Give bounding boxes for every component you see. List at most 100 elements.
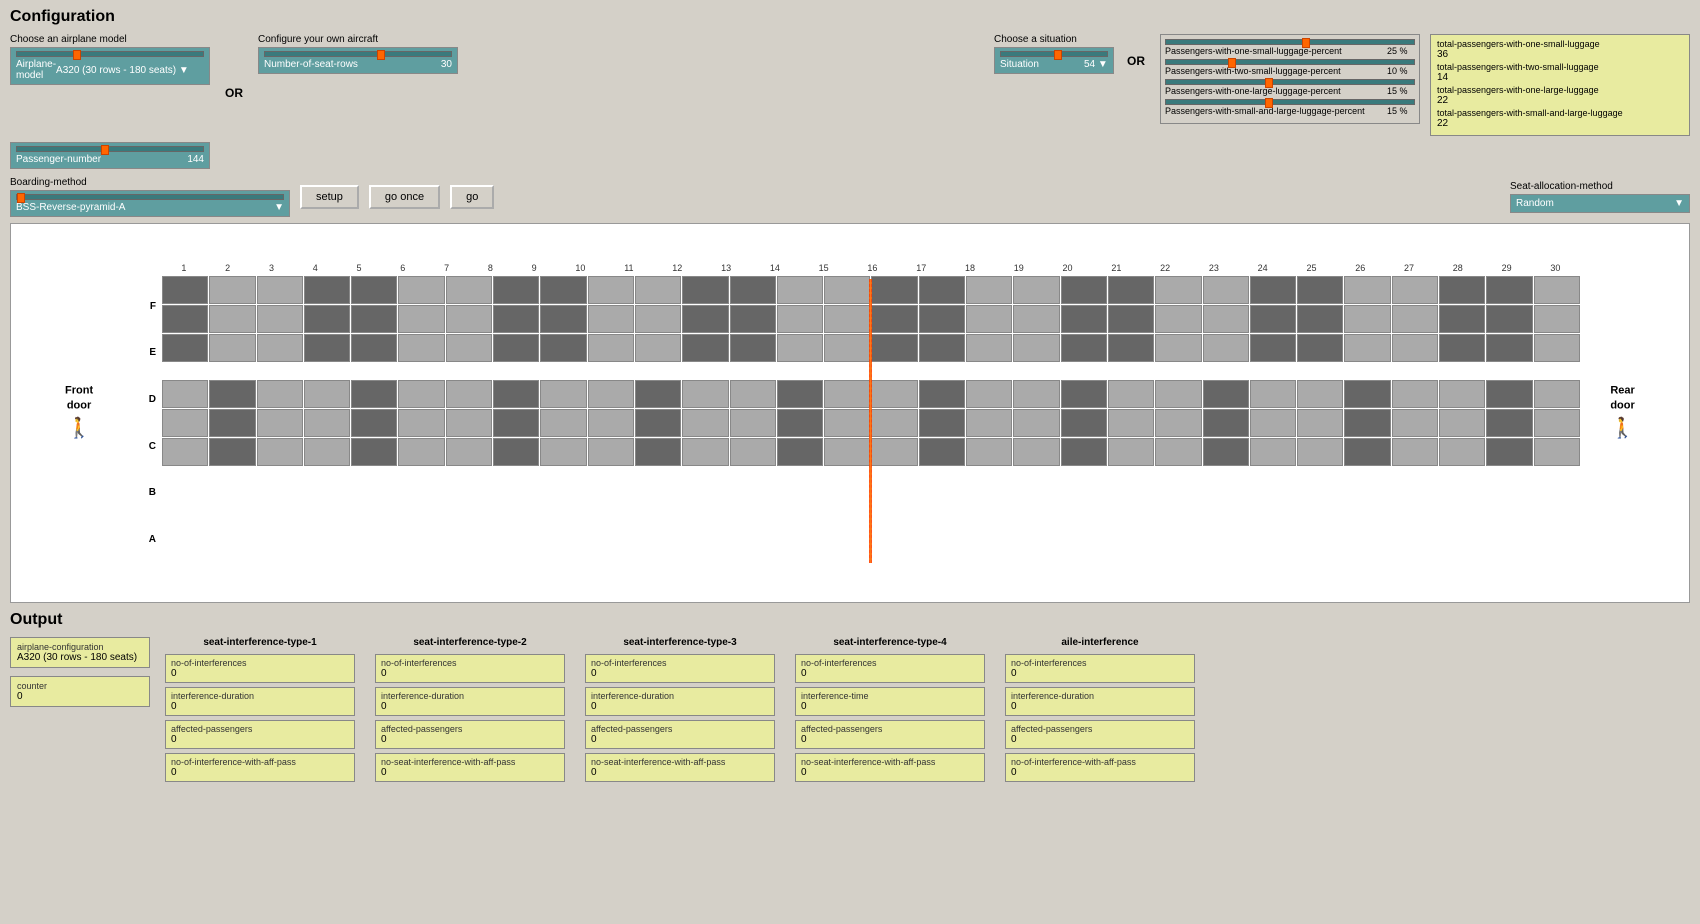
columns-area: 123 456 789 101112 131415 161718 192021 … — [162, 263, 1580, 563]
go-once-button[interactable]: go once — [369, 185, 440, 209]
interference-group-4: seat-interference-type-4no-of-interferen… — [795, 637, 985, 782]
seat-B-27 — [1392, 409, 1438, 437]
airplane-model-select[interactable]: A320 (30 rows - 180 seats) ▼ — [56, 65, 204, 76]
interference-item-3-2: interference-duration0 — [585, 687, 775, 716]
seat-B-17 — [919, 409, 965, 437]
seat-E-30 — [1534, 305, 1580, 333]
seat-E-28 — [1439, 305, 1485, 333]
seat-B-9 — [540, 409, 586, 437]
seat-F-15 — [824, 276, 870, 304]
counter-label: counter — [17, 681, 143, 691]
seat-F-21 — [1108, 276, 1154, 304]
interference-label-4-3: affected-passengers — [801, 724, 979, 734]
luggage-thumb-4[interactable] — [1265, 98, 1273, 108]
seat-B-28 — [1439, 409, 1485, 437]
aisle-gap-22 — [1155, 363, 1201, 379]
seat-C-18 — [966, 380, 1012, 408]
passenger-value-row: Passenger-number 144 — [16, 154, 204, 165]
seat-F-5 — [351, 276, 397, 304]
interference-label-2-1: no-of-interferences — [381, 658, 559, 668]
seat-col-18 — [966, 276, 1012, 560]
seat-col-10 — [588, 276, 634, 560]
situation-thumb[interactable] — [1054, 50, 1062, 60]
seat-A-6 — [398, 438, 444, 466]
seat-A-3 — [257, 438, 303, 466]
situation-group: Choose a situation Situation 54 ▼ OR — [994, 34, 1150, 74]
interference-label-2-2: interference-duration — [381, 691, 559, 701]
seat-B-10 — [588, 409, 634, 437]
seat-F-3 — [257, 276, 303, 304]
seat-F-27 — [1392, 276, 1438, 304]
row-label-c: C — [149, 441, 156, 452]
seat-D-25 — [1297, 334, 1343, 362]
go-button[interactable]: go — [450, 185, 494, 209]
interference-item-3-1: no-of-interferences0 — [585, 654, 775, 683]
boarding-thumb[interactable] — [17, 193, 25, 203]
aisle-gap-9 — [540, 363, 586, 379]
total-large-one-label: total-passengers-with-one-large-luggage — [1437, 85, 1683, 95]
seat-F-10 — [588, 276, 634, 304]
rear-door-label: Rear door 🚶 — [1610, 384, 1635, 443]
boarding-box: BSS-Reverse-pyramid-A ▼ — [10, 190, 290, 217]
aisle-gap-14 — [777, 363, 823, 379]
total-small-one-label: total-passengers-with-one-small-luggage — [1437, 39, 1683, 49]
front-door-label: Front door 🚶 — [65, 384, 93, 443]
seat-F-29 — [1486, 276, 1532, 304]
boarding-method-value: BSS-Reverse-pyramid-A — [16, 202, 125, 213]
interference-item-2-4: no-seat-interference-with-aff-pass0 — [375, 753, 565, 782]
output-section: Output airplane-configuration A320 (30 r… — [0, 603, 1700, 790]
seat-col-12 — [682, 276, 728, 560]
seat-B-18 — [966, 409, 1012, 437]
airplane-visualization: Front door 🚶 Rear door 🚶 F E D C B A — [10, 223, 1690, 603]
luggage-thumb-3[interactable] — [1265, 78, 1273, 88]
aisle-gap-12 — [682, 363, 728, 379]
output-config-box: airplane-configuration A320 (30 rows - 1… — [10, 637, 150, 668]
luggage-thumb-1[interactable] — [1302, 38, 1310, 48]
seat-E-11 — [635, 305, 681, 333]
seat-A-2 — [209, 438, 255, 466]
interference-group-2: seat-interference-type-2no-of-interferen… — [375, 637, 565, 782]
interference-item-3-4: no-seat-interference-with-aff-pass0 — [585, 753, 775, 782]
luggage-row-4: Passengers-with-small-and-large-luggage-… — [1165, 99, 1415, 116]
seat-F-20 — [1061, 276, 1107, 304]
seat-col-7 — [446, 276, 492, 560]
seat-rows-thumb[interactable] — [377, 50, 385, 60]
aisle-gap-24 — [1250, 363, 1296, 379]
seat-F-4 — [304, 276, 350, 304]
luggage-track-3 — [1165, 79, 1415, 85]
seat-F-19 — [1013, 276, 1059, 304]
seat-B-6 — [398, 409, 444, 437]
seat-E-12 — [682, 305, 728, 333]
seat-D-22 — [1155, 334, 1201, 362]
airplane-slider-thumb[interactable] — [73, 50, 81, 60]
seat-E-2 — [209, 305, 255, 333]
seat-F-16 — [871, 276, 917, 304]
luggage-label-row-1: Passengers-with-one-small-luggage-percen… — [1165, 46, 1415, 56]
interference-value-2-3: 0 — [381, 734, 559, 745]
seat-D-18 — [966, 334, 1012, 362]
total-small-two-label: total-passengers-with-two-small-luggage — [1437, 62, 1683, 72]
interference-label-1-2: interference-duration — [171, 691, 349, 701]
situation-select[interactable]: 54 ▼ — [1084, 59, 1108, 70]
seat-A-30 — [1534, 438, 1580, 466]
seat-col-30 — [1534, 276, 1580, 560]
interference-label-4-4: no-seat-interference-with-aff-pass — [801, 757, 979, 767]
interference-item-4-1: no-of-interferences0 — [795, 654, 985, 683]
seat-E-17 — [919, 305, 965, 333]
aisle-gap-15 — [824, 363, 870, 379]
luggage-thumb-2[interactable] — [1228, 58, 1236, 68]
seat-B-8 — [493, 409, 539, 437]
seat-A-28 — [1439, 438, 1485, 466]
seat-D-6 — [398, 334, 444, 362]
seat-rows-track — [264, 51, 452, 57]
seat-col-17 — [919, 276, 965, 560]
passenger-label: Passenger-number — [16, 154, 101, 165]
seat-col-26 — [1344, 276, 1390, 560]
airplane-model-label: Airplane-model — [16, 59, 56, 81]
seat-B-24 — [1250, 409, 1296, 437]
passenger-thumb[interactable] — [101, 145, 109, 155]
luggage-small-large-pct: 15 % — [1387, 106, 1415, 116]
seat-C-6 — [398, 380, 444, 408]
setup-button[interactable]: setup — [300, 185, 359, 209]
seat-D-13 — [730, 334, 776, 362]
